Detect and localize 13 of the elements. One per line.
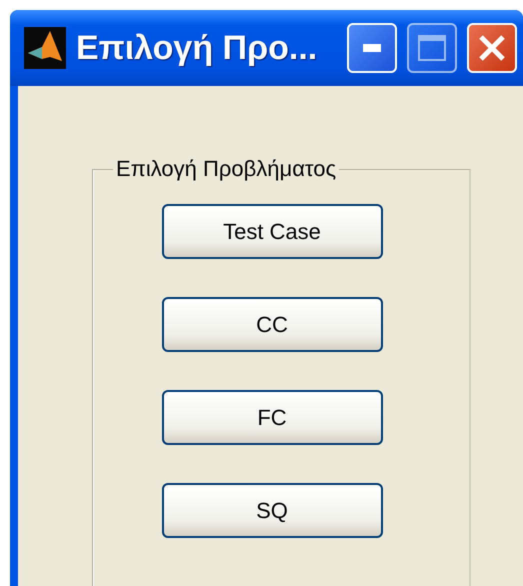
maximize-button[interactable] bbox=[407, 23, 457, 73]
problem-button[interactable]: FC bbox=[162, 390, 382, 445]
problem-button[interactable]: SQ bbox=[162, 483, 382, 538]
problem-button[interactable]: CC bbox=[162, 297, 382, 352]
group-title: Επιλογή Προβλήματος bbox=[115, 156, 338, 182]
minimize-button[interactable] bbox=[347, 23, 397, 73]
minimize-icon bbox=[363, 44, 381, 52]
close-icon bbox=[477, 33, 507, 63]
close-button[interactable] bbox=[467, 23, 517, 73]
problem-button[interactable]: Test Case bbox=[162, 204, 382, 259]
maximize-icon bbox=[418, 35, 446, 61]
app-logo-icon bbox=[24, 27, 66, 69]
window-title: Επιλογή Προ... bbox=[76, 28, 318, 68]
